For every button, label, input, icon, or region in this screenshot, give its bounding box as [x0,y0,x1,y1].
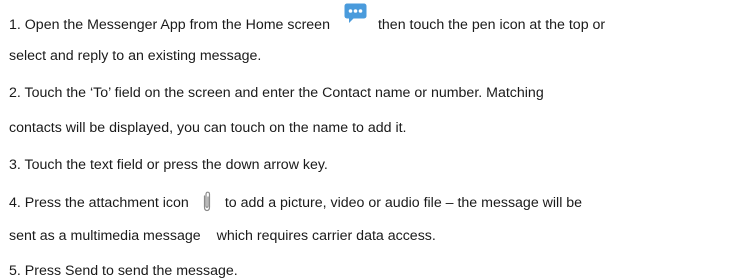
step-4-line-2: sent as a multimedia message which requir… [9,227,436,245]
step-1-line-1: 1. Open the Messenger App from the Home … [9,3,606,33]
step-2-line-1: 2. Touch the ‘To’ field on the screen an… [9,85,544,101]
step-4-text-before-icon: 4. Press the attachment icon [9,195,189,211]
step-5-line-1: 5. Press Send to send the message. [9,263,238,279]
page: { "steps": [ { "line1_before": "1. Open … [0,0,756,279]
messenger-app-icon [344,3,367,23]
step-4-line-2-after: which requires carrier data access. [216,228,436,244]
paperclip-attachment-icon [200,191,214,213]
step-1-text-before-icon: 1. Open the Messenger App from the Home … [9,17,330,33]
step-4-line-2-before: sent as a multimedia message [9,228,201,244]
step-4-text-after-icon: to add a picture, video or audio file – … [224,195,583,211]
step-2-line-2: contacts will be displayed, you can touc… [9,120,407,136]
step-3-line-1: 3. Touch the text field or press the dow… [9,157,328,173]
step-4-line-1: 4. Press the attachment icon to add a pi… [9,191,583,212]
step-1-line-2: select and reply to an existing message. [9,48,262,64]
step-1-text-after-icon: then touch the pen icon at the top or [377,17,606,33]
